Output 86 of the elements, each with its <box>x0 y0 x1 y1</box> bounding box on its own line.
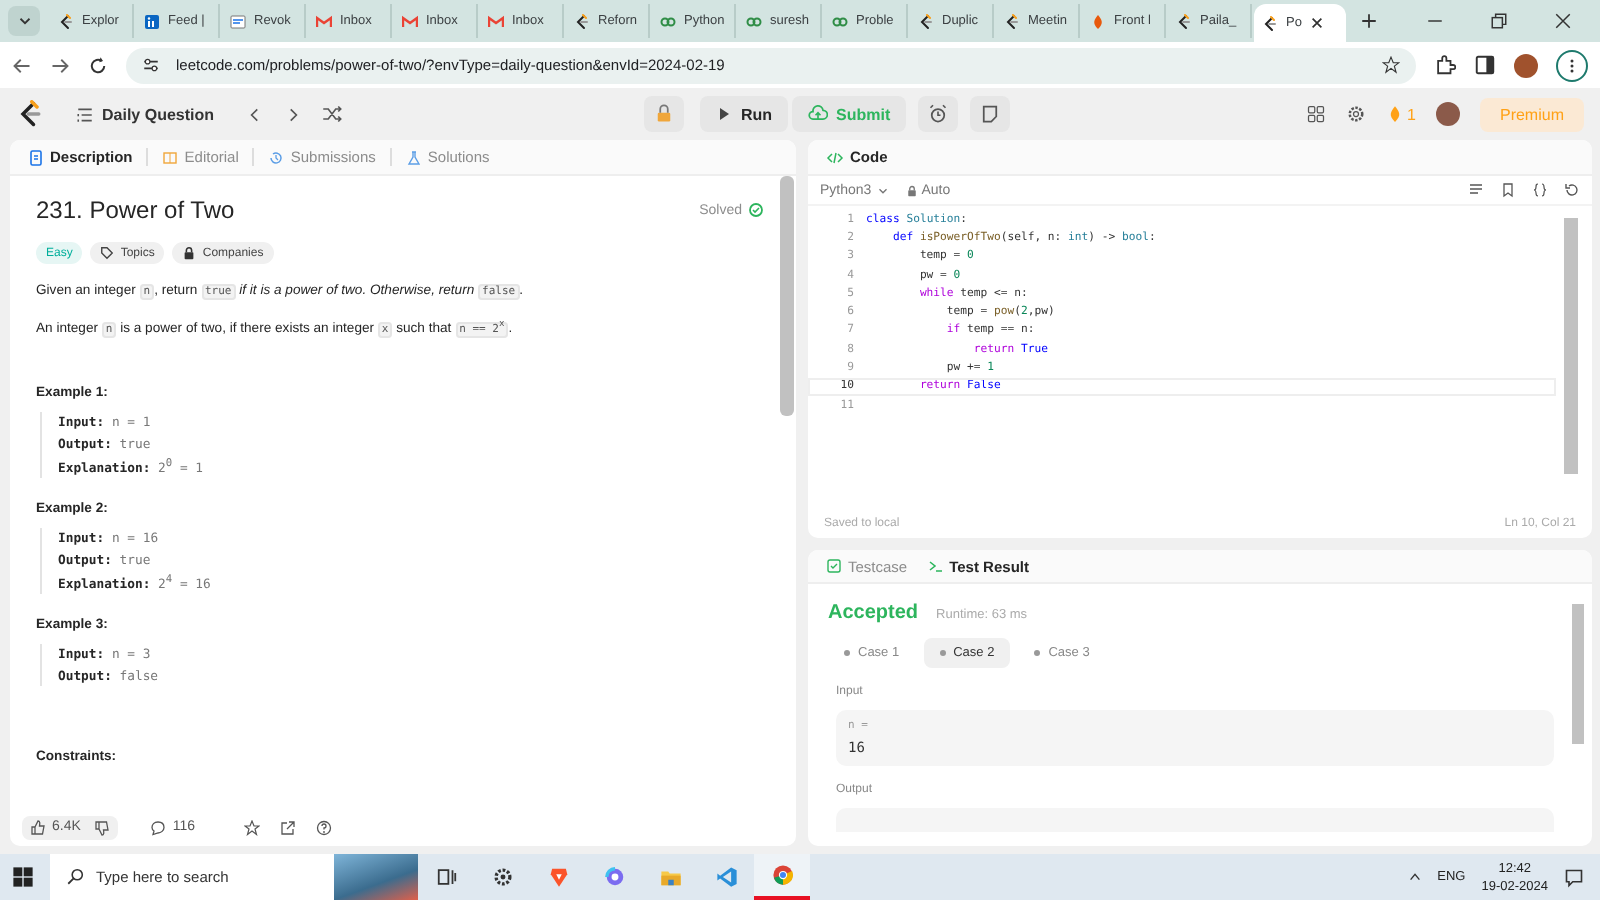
document-icon <box>230 13 246 29</box>
dot-icon <box>1034 650 1041 656</box>
chrome-logo-icon[interactable] <box>771 864 793 886</box>
folder-icon[interactable] <box>659 866 681 888</box>
book-icon <box>162 149 179 165</box>
alarm-clock-icon <box>928 104 949 124</box>
mail-logo-icon <box>316 13 332 29</box>
copilot-swirl-icon[interactable] <box>603 866 625 888</box>
play-icon <box>716 106 733 122</box>
checkbox-icon <box>826 558 842 574</box>
share-icon[interactable] <box>279 819 296 835</box>
list-icon <box>76 105 94 123</box>
note-icon <box>980 104 1001 124</box>
braces-icon[interactable] <box>1532 182 1548 198</box>
format-lines-icon[interactable] <box>1468 182 1484 198</box>
leetcode-logo-icon <box>1262 15 1278 31</box>
back-arrow-icon[interactable] <box>12 55 32 75</box>
flame-icon <box>1090 13 1106 29</box>
dot-icon <box>939 650 946 656</box>
settings-icon[interactable] <box>491 866 513 888</box>
problem-title: 231. Power of Two <box>36 196 235 224</box>
windows-logo-icon[interactable] <box>12 866 34 888</box>
document-icon <box>28 149 44 165</box>
thumbs-up-icon <box>30 819 46 835</box>
reload-icon[interactable] <box>88 55 108 75</box>
chevron-down-icon <box>875 183 890 197</box>
mail-logo-icon <box>488 13 504 29</box>
leetcode-logo-icon <box>1176 13 1192 29</box>
shuffle-icon[interactable] <box>322 104 343 124</box>
restore-icon[interactable] <box>1490 12 1508 30</box>
tab-list-button[interactable] <box>8 6 40 36</box>
side-panel-icon[interactable] <box>1474 54 1496 76</box>
settings-icon[interactable] <box>1345 104 1366 124</box>
bookmark-icon[interactable] <box>1500 182 1516 198</box>
history-icon <box>268 149 285 165</box>
reset-icon[interactable] <box>1564 182 1580 198</box>
chevron-up-icon[interactable] <box>1407 870 1422 884</box>
streak-count: 1 <box>1407 105 1416 123</box>
lock-icon <box>905 183 918 197</box>
flame-icon <box>1385 104 1404 124</box>
check-circle-icon <box>748 202 764 218</box>
scrollbar-thumb[interactable] <box>1564 218 1578 474</box>
run-button[interactable]: Run <box>700 96 788 132</box>
thumbs-down-icon <box>94 819 111 835</box>
leetcode-logo-icon[interactable] <box>16 100 44 128</box>
dot-icon <box>844 650 850 656</box>
verdict-text: Accepted <box>828 602 919 624</box>
linkedin-logo-icon <box>144 13 160 29</box>
scrollbar-thumb[interactable] <box>1572 604 1584 744</box>
close-icon[interactable] <box>1309 16 1324 30</box>
lock-icon <box>182 246 197 260</box>
forward-arrow-icon[interactable] <box>50 55 70 75</box>
menu-button[interactable] <box>1556 49 1588 81</box>
leetcode-logo-icon <box>574 13 590 29</box>
puzzle-icon[interactable] <box>1434 54 1456 76</box>
cloud-upload-icon <box>808 104 828 124</box>
site-settings-icon <box>142 56 160 74</box>
mail-logo-icon <box>402 13 418 29</box>
plus-icon[interactable] <box>1360 12 1378 30</box>
task-view-icon[interactable] <box>435 866 457 888</box>
star-icon[interactable] <box>243 819 260 835</box>
flask-icon <box>405 149 422 165</box>
code-editor-icon[interactable] <box>715 866 737 888</box>
layout-grid-icon[interactable] <box>1305 104 1326 124</box>
notification-icon[interactable] <box>1564 867 1584 887</box>
code-icon <box>826 149 844 165</box>
notes-button[interactable] <box>970 96 1011 132</box>
search-icon <box>66 868 84 886</box>
double-circle-icon <box>832 13 848 29</box>
speech-bubble-icon <box>150 819 167 835</box>
profile-avatar[interactable] <box>1514 53 1538 77</box>
tag-icon <box>100 246 115 260</box>
double-circle-icon <box>746 13 762 29</box>
leetcode-logo-icon <box>918 13 934 29</box>
daily-question-button[interactable]: Daily Question <box>64 103 227 125</box>
double-circle-icon <box>660 13 676 29</box>
profile-avatar[interactable] <box>1435 102 1460 126</box>
close-icon[interactable] <box>1554 12 1572 30</box>
chevron-down-icon <box>15 12 33 30</box>
terminal-icon <box>927 558 944 574</box>
leetcode-logo-icon <box>58 13 74 29</box>
timer-button[interactable] <box>918 96 959 132</box>
help-icon[interactable] <box>315 819 332 835</box>
leetcode-logo-icon <box>1004 13 1020 29</box>
scrollbar-thumb[interactable] <box>780 176 794 416</box>
star-icon[interactable] <box>1382 56 1400 74</box>
